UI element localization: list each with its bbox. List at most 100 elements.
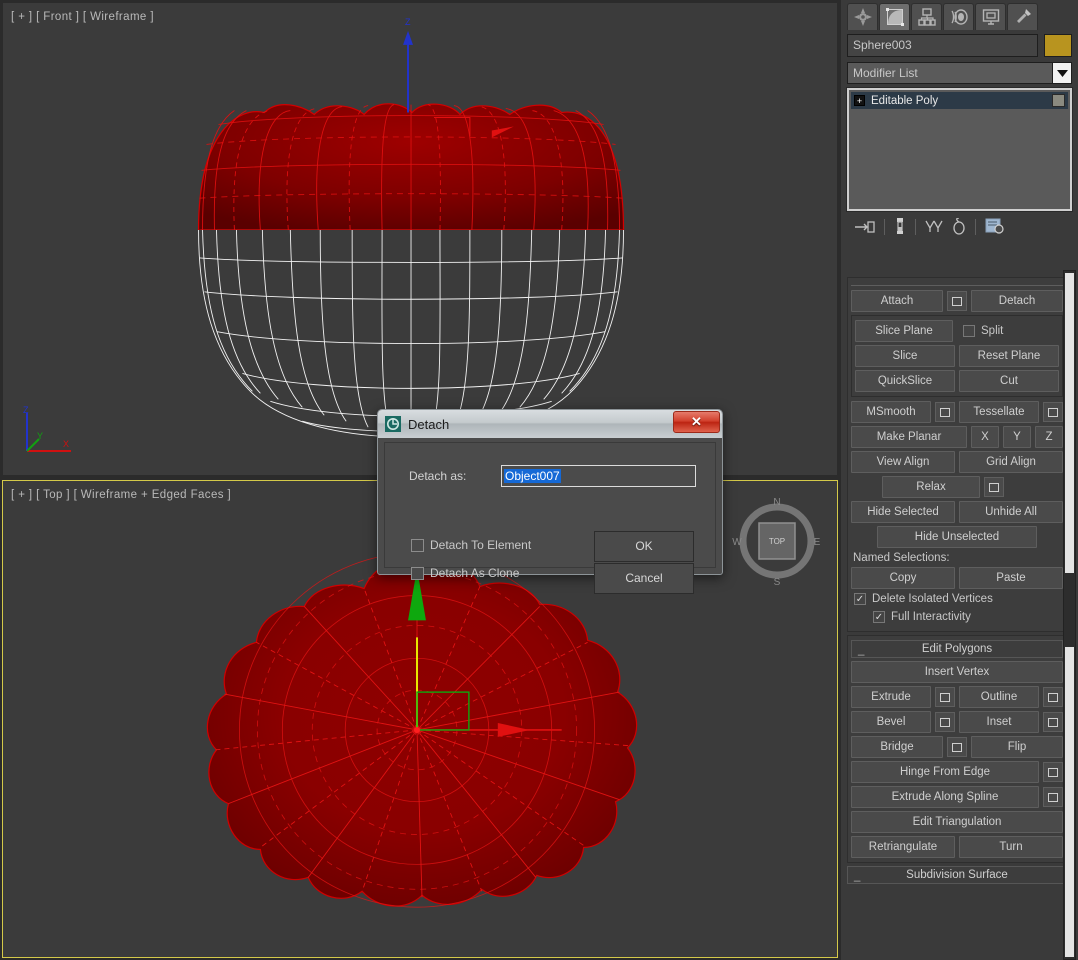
attach-settings-button[interactable] — [947, 291, 967, 311]
make-planar-x-button[interactable]: X — [971, 426, 999, 448]
expand-icon[interactable]: + — [854, 95, 865, 106]
make-planar-z-button[interactable]: Z — [1035, 426, 1063, 448]
inset-button[interactable]: Inset — [959, 711, 1039, 733]
hide-selected-button[interactable]: Hide Selected — [851, 501, 955, 523]
configure-sets-icon[interactable] — [985, 218, 1005, 235]
delete-isolated-vertices-box[interactable]: ✓ — [854, 593, 866, 605]
chevron-down-icon[interactable] — [1052, 63, 1071, 83]
modify-tab[interactable] — [879, 3, 910, 30]
split-checkbox[interactable]: Split — [957, 325, 1059, 337]
unhide-all-button[interactable]: Unhide All — [959, 501, 1063, 523]
outline-button[interactable]: Outline — [959, 686, 1039, 708]
delete-isolated-vertices-checkbox[interactable]: ✓ Delete Isolated Vertices — [854, 593, 1063, 605]
viewcube[interactable]: TOP N E S W — [729, 493, 825, 589]
show-end-result-icon[interactable] — [894, 218, 906, 235]
split-label: Split — [981, 325, 1003, 337]
scrollbar-thumb-lower[interactable] — [1065, 647, 1074, 957]
full-interactivity-box[interactable]: ✓ — [873, 611, 885, 623]
paste-button[interactable]: Paste — [959, 567, 1063, 589]
detach-dialog: Detach ✕ Detach as: Object007 Detach To … — [377, 409, 723, 575]
make-unique-icon[interactable] — [925, 219, 943, 235]
bevel-settings-button[interactable] — [935, 712, 955, 732]
outline-settings-button[interactable] — [1043, 687, 1063, 707]
modifier-stack[interactable]: + Editable Poly — [847, 88, 1072, 211]
inset-settings-button[interactable] — [1043, 712, 1063, 732]
edit-polygons-rollout: _ Edit Polygons Insert Vertex Extrude Ou… — [847, 635, 1067, 863]
edit-triangulation-button[interactable]: Edit Triangulation — [851, 811, 1063, 833]
insert-vertex-button[interactable]: Insert Vertex — [851, 661, 1063, 683]
tessellate-settings-button[interactable] — [1043, 402, 1063, 422]
bridge-settings-button[interactable] — [947, 737, 967, 757]
extrude-button[interactable]: Extrude — [851, 686, 931, 708]
modifier-list-dropdown[interactable]: Modifier List — [847, 62, 1072, 84]
scrollbar-thumb-upper[interactable] — [1065, 273, 1074, 573]
detach-as-clone-label: Detach As Clone — [430, 566, 519, 580]
hinge-settings-button[interactable] — [1043, 762, 1063, 782]
cut-button[interactable]: Cut — [959, 370, 1059, 392]
hide-unselected-button[interactable]: Hide Unselected — [877, 526, 1037, 548]
ok-button[interactable]: OK — [594, 531, 694, 562]
cancel-button[interactable]: Cancel — [594, 563, 694, 594]
hinge-from-edge-button[interactable]: Hinge From Edge — [851, 761, 1039, 783]
reset-plane-button[interactable]: Reset Plane — [959, 345, 1059, 367]
hide-row: Hide Selected Unhide All — [851, 501, 1063, 523]
attach-button[interactable]: Attach — [851, 290, 943, 312]
grid-align-button[interactable]: Grid Align — [959, 451, 1063, 473]
detach-button[interactable]: Detach — [971, 290, 1063, 312]
pin-stack-icon[interactable] — [855, 219, 875, 235]
msmooth-settings-button[interactable] — [935, 402, 955, 422]
flip-button[interactable]: Flip — [971, 736, 1063, 758]
turn-button[interactable]: Turn — [959, 836, 1063, 858]
hierarchy-tab[interactable] — [911, 3, 942, 30]
slice-button[interactable]: Slice — [855, 345, 955, 367]
object-name-field[interactable]: Sphere003 — [847, 34, 1038, 57]
create-tab[interactable] — [847, 3, 878, 30]
motion-tab[interactable] — [943, 3, 974, 30]
close-icon[interactable]: ✕ — [673, 411, 720, 433]
svg-text:S: S — [774, 577, 781, 588]
extrude-spline-settings-button[interactable] — [1043, 787, 1063, 807]
make-planar-button[interactable]: Make Planar — [851, 426, 967, 448]
detach-as-clone-checkbox[interactable]: Detach As Clone — [411, 566, 531, 580]
detach-to-element-box[interactable] — [411, 539, 424, 552]
dialog-titlebar[interactable]: Detach ✕ — [378, 410, 722, 438]
collapse-icon[interactable]: _ — [854, 868, 860, 884]
motion-icon — [950, 8, 968, 26]
relax-settings-button[interactable] — [984, 477, 1004, 497]
detach-as-input[interactable]: Object007 — [501, 465, 696, 487]
bevel-button[interactable]: Bevel — [851, 711, 931, 733]
modifier-toggle-box[interactable] — [1052, 94, 1065, 107]
toolbar-divider — [915, 219, 916, 235]
detach-as-clone-box[interactable] — [411, 567, 424, 580]
slice-plane-button[interactable]: Slice Plane — [855, 320, 953, 342]
view-align-button[interactable]: View Align — [851, 451, 955, 473]
copy-button[interactable]: Copy — [851, 567, 955, 589]
command-panel-scrollbar[interactable] — [1063, 270, 1076, 960]
remove-modifier-icon[interactable] — [952, 218, 966, 235]
quickslice-button[interactable]: QuickSlice — [855, 370, 955, 392]
tessellate-button[interactable]: Tessellate — [959, 401, 1039, 423]
utilities-tab[interactable] — [1007, 3, 1038, 30]
bridge-button[interactable]: Bridge — [851, 736, 943, 758]
edit-geometry-rollout: Attach Detach Slice Plane Split Slice — [847, 277, 1067, 632]
collapse-icon[interactable]: _ — [858, 642, 864, 658]
display-tab[interactable] — [975, 3, 1006, 30]
make-planar-y-button[interactable]: Y — [1003, 426, 1031, 448]
modifier-stack-item[interactable]: + Editable Poly — [851, 92, 1068, 109]
split-checkbox-box[interactable] — [963, 325, 975, 337]
object-color-swatch[interactable] — [1044, 34, 1072, 57]
detach-to-element-checkbox[interactable]: Detach To Element — [411, 538, 531, 552]
full-interactivity-checkbox[interactable]: ✓ Full Interactivity — [873, 611, 1063, 623]
subdivision-surface-header[interactable]: _ Subdivision Surface — [847, 866, 1067, 884]
viewport-front[interactable]: [ + ] [ Front ] [ Wireframe ] — [2, 2, 838, 476]
extrude-settings-button[interactable] — [935, 687, 955, 707]
edit-triangulation-row: Edit Triangulation — [851, 811, 1063, 833]
retriangulate-button[interactable]: Retriangulate — [851, 836, 955, 858]
edit-polygons-header[interactable]: _ Edit Polygons — [851, 640, 1063, 658]
extrude-along-spline-button[interactable]: Extrude Along Spline — [851, 786, 1039, 808]
dialog-title: Detach — [408, 417, 449, 432]
svg-text:N: N — [773, 497, 780, 508]
named-selections-label: Named Selections: — [851, 551, 1063, 567]
msmooth-button[interactable]: MSmooth — [851, 401, 931, 423]
relax-button[interactable]: Relax — [882, 476, 980, 498]
